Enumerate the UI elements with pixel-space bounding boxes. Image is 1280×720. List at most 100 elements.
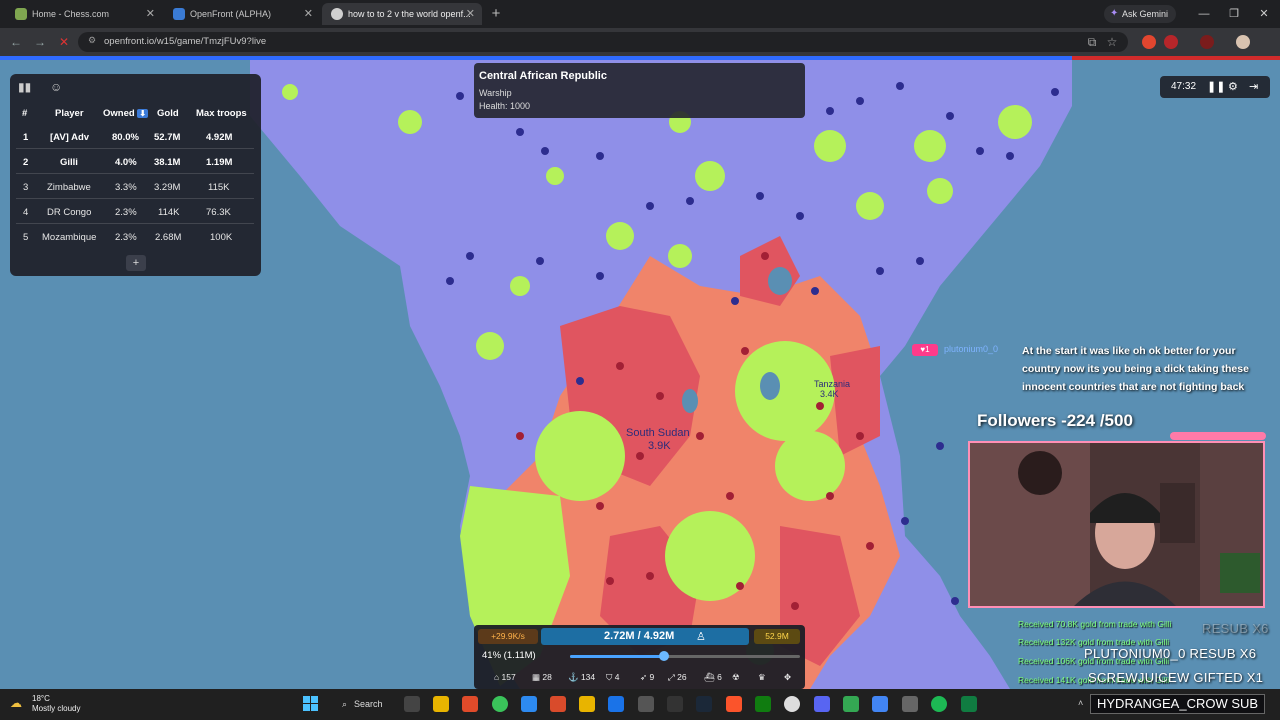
app-icon[interactable] <box>667 696 683 712</box>
minimize-window-button[interactable]: — <box>1192 6 1216 22</box>
app-icon[interactable] <box>550 696 566 712</box>
lb-rank: 1 <box>23 132 29 143</box>
spotify-icon[interactable] <box>931 696 947 712</box>
sort-down-icon[interactable]: ⬇ <box>137 109 149 118</box>
nuke-icon[interactable]: ☢ <box>732 672 740 683</box>
lb-gold: 52.7M <box>154 132 181 143</box>
close-icon[interactable]: ✕ <box>304 3 313 25</box>
lb-gold: 2.68M <box>155 232 182 243</box>
forward-arrow-icon[interactable]: → <box>32 34 48 50</box>
ask-gemini-label: Ask Gemini <box>1122 9 1169 19</box>
task-view-icon[interactable] <box>404 696 420 712</box>
copilot-icon[interactable] <box>521 696 537 712</box>
maximize-window-button[interactable]: ❐ <box>1222 6 1246 22</box>
file-explorer-icon[interactable] <box>433 696 449 712</box>
settings-gear-icon[interactable]: ⚙ <box>1228 80 1238 93</box>
install-app-icon[interactable]: ⧉ <box>1084 34 1100 50</box>
ask-gemini-button[interactable]: ✦ Ask Gemini <box>1104 5 1177 23</box>
chat-username: plutonium0_0 <box>944 344 999 354</box>
leaderboard-expand-button[interactable]: + <box>126 255 146 271</box>
stat-missiles[interactable]: ➶ 9 <box>640 672 654 683</box>
discord-icon[interactable] <box>814 696 830 712</box>
table-row[interactable]: 1 [AV] Adv 80.0% 52.7M 4.92M <box>16 125 254 149</box>
back-arrow-icon[interactable]: ← <box>8 34 24 50</box>
team-icon[interactable]: ☺ <box>50 80 64 94</box>
address-url-text[interactable]: openfront.io/w15/game/TmzjFUv9?live <box>104 36 266 47</box>
stream-top-bar <box>1072 56 1280 60</box>
app-icon[interactable] <box>492 696 508 712</box>
google-favicon-icon <box>331 8 343 20</box>
stat-warships[interactable]: ⛴ 6 <box>704 672 722 683</box>
map-label-south-sudan: South Sudan <box>626 427 690 439</box>
close-icon[interactable]: ✕ <box>466 3 475 25</box>
chevron-up-icon[interactable]: ˄ <box>1078 698 1083 708</box>
app-icon[interactable] <box>872 696 888 712</box>
table-row[interactable]: 5 Mozambique 2.3% 2.68M 100K <box>16 225 254 249</box>
hydrogen-bomb-icon[interactable]: ✥ <box>784 672 791 683</box>
extension-icon[interactable] <box>1164 35 1178 49</box>
lb-troops: 1.19M <box>206 157 233 168</box>
extension-icon[interactable] <box>1200 35 1214 49</box>
weather-cloud-icon[interactable]: ☁ <box>10 696 22 710</box>
folder-icon[interactable] <box>579 696 595 712</box>
app-icon[interactable] <box>608 696 624 712</box>
google-drive-icon[interactable] <box>843 696 859 712</box>
stat-sam[interactable]: ⤢ 26 <box>668 672 687 683</box>
troop-icon: ♙ <box>696 631 706 643</box>
steam-icon[interactable] <box>696 696 712 712</box>
stat-cities[interactable]: ⌂ 157 <box>494 672 516 682</box>
lb-gold: 38.1M <box>154 157 181 168</box>
table-row[interactable]: 4 DR Congo 2.3% 114K 76.3K <box>16 200 254 224</box>
tab-youtube-search[interactable]: how to to 2 v the world openf... ✕ <box>322 3 482 25</box>
stat-defense[interactable]: ⛉ 4 <box>606 672 619 683</box>
app-icon[interactable] <box>638 696 654 712</box>
stop-loading-icon[interactable]: ✕ <box>56 34 72 50</box>
pause-icon[interactable]: ❚❚ <box>1207 80 1225 93</box>
table-row[interactable]: 3 Zimbabwe 3.3% 3.29M 115K <box>16 175 254 199</box>
map-troops-south-sudan: 3.9K <box>648 440 671 452</box>
lb-header-owned[interactable]: Owned ⬇ <box>103 108 149 119</box>
excel-icon[interactable] <box>961 696 977 712</box>
bookmark-star-icon[interactable]: ☆ <box>1104 34 1120 50</box>
taskbar-search[interactable]: ⌕ Search <box>334 694 390 714</box>
site-info-icon[interactable]: ⚙ <box>88 35 96 46</box>
lb-troops: 100K <box>210 232 233 243</box>
anchor-icon: ⚓ <box>568 672 581 682</box>
shield-icon: ⛉ <box>606 672 615 682</box>
tab-openfront[interactable]: OpenFront (ALPHA) ✕ <box>164 3 320 25</box>
xbox-icon[interactable] <box>755 696 771 712</box>
windows-start-icon[interactable] <box>303 696 319 712</box>
lb-owned: 4.0% <box>115 157 137 168</box>
exit-game-icon[interactable]: ⇥ <box>1249 80 1258 93</box>
chrome-icon[interactable] <box>784 696 800 712</box>
table-row[interactable]: 2 Gilli 4.0% 38.1M 1.19M <box>16 150 254 174</box>
stat-value: 157 <box>501 672 516 682</box>
weather-description: Mostly cloudy <box>32 704 81 713</box>
close-icon[interactable]: ✕ <box>146 3 155 25</box>
lb-header-rank: # <box>22 108 28 119</box>
close-window-button[interactable]: ✕ <box>1252 6 1276 22</box>
weather-widget[interactable]: 18°C Mostly cloudy <box>32 694 80 714</box>
app-icon[interactable] <box>462 696 478 712</box>
stat-ports[interactable]: ⚓ 134 <box>568 672 595 683</box>
leaderboard-chart-icon[interactable]: ▮▮ <box>18 80 32 94</box>
lb-player: Mozambique <box>42 232 97 243</box>
stat-factories[interactable]: ▦ 28 <box>532 672 552 683</box>
lb-troops: 4.92M <box>206 132 233 143</box>
followers-progress-bar <box>1170 432 1266 440</box>
lb-header-player: Player <box>55 108 84 119</box>
obs-icon[interactable] <box>902 696 918 712</box>
lb-player: DR Congo <box>47 207 92 218</box>
webcam-feed <box>968 441 1265 608</box>
trophy-icon[interactable]: ♛ <box>758 672 766 683</box>
tab-chess[interactable]: Home - Chess.com ✕ <box>6 3 162 25</box>
sam-icon: ⤢ <box>668 672 678 682</box>
search-label: Search <box>354 699 383 709</box>
brave-icon[interactable] <box>726 696 742 712</box>
extension-icon[interactable] <box>1142 35 1156 49</box>
city-icon: ⌂ <box>494 672 502 682</box>
new-tab-button[interactable]: + <box>486 4 506 24</box>
profile-avatar[interactable] <box>1236 35 1250 49</box>
gold-total: 52.9M <box>754 629 800 644</box>
stream-event-gift: SCREWJUICEW GIFTED X1 <box>1088 670 1264 685</box>
